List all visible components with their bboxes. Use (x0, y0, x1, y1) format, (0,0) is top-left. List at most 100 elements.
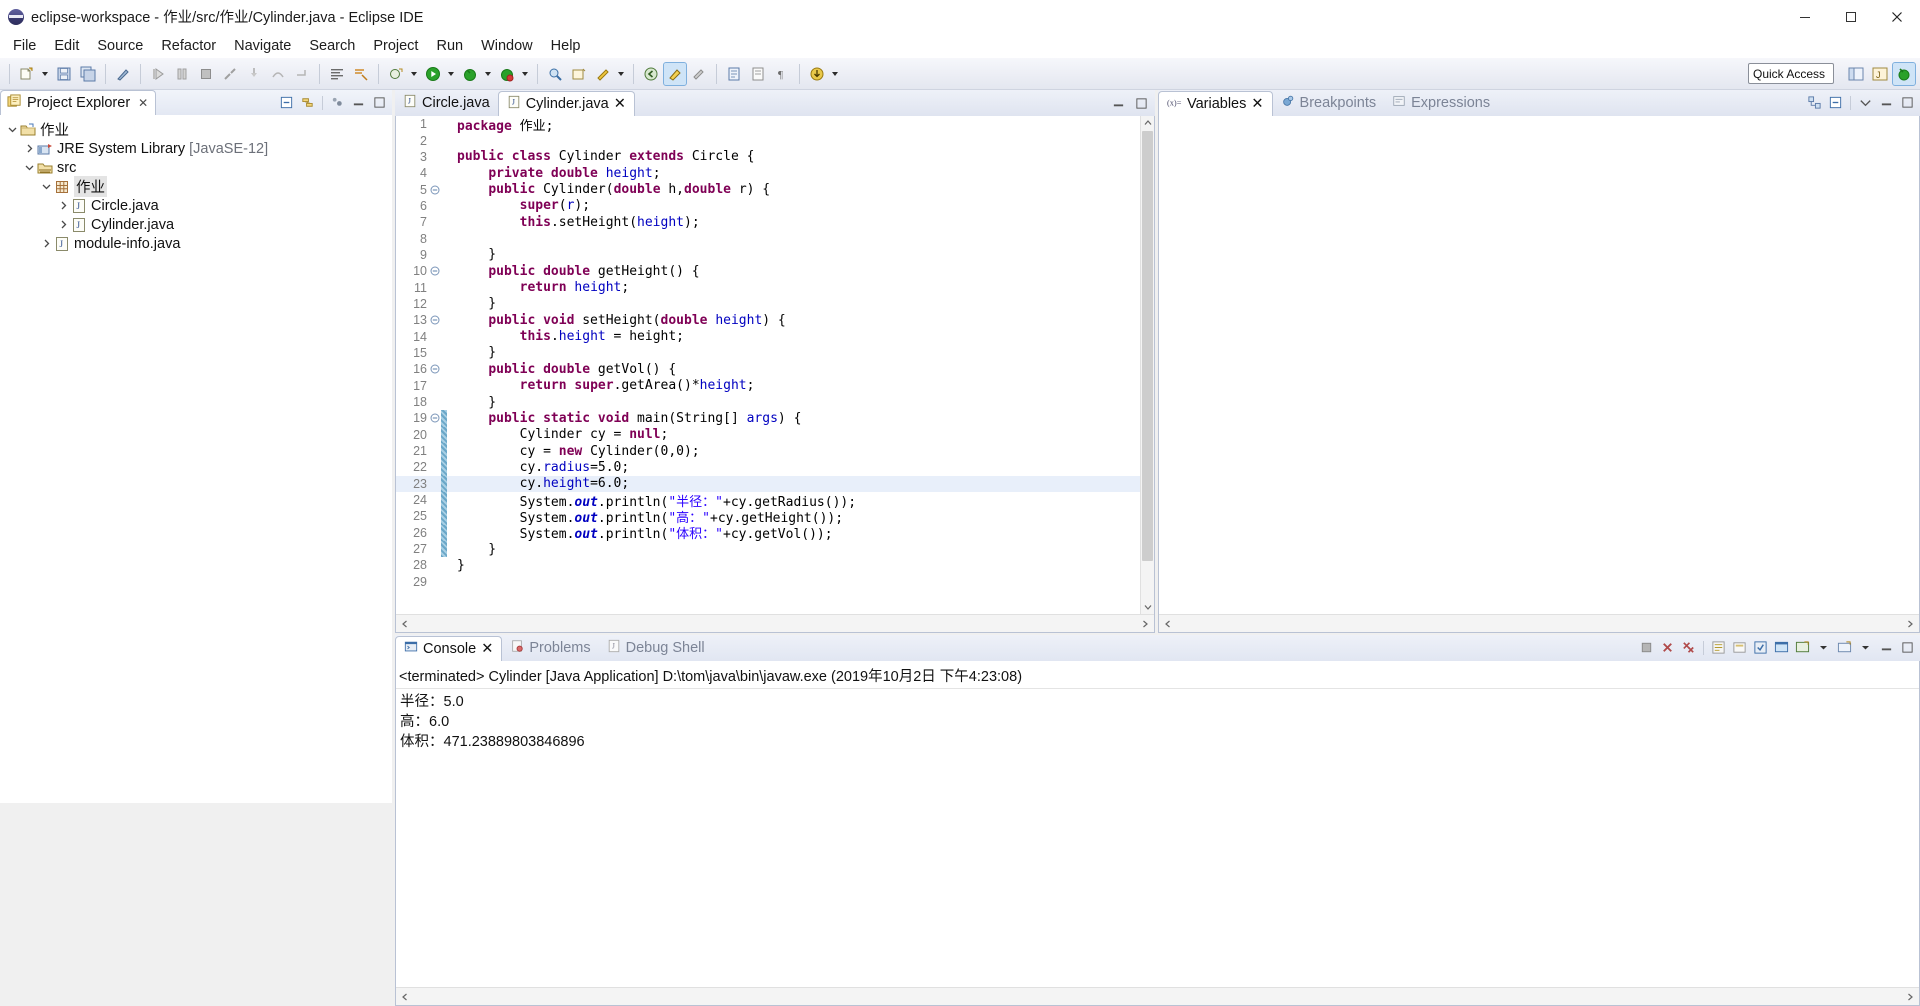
code-line[interactable]: 1 package 作业; (396, 116, 1140, 134)
code-line[interactable]: 3 public class Cylinder extends Circle { (396, 149, 1140, 165)
tab-expressions[interactable]: Expressions (1384, 90, 1498, 116)
maximize-view-icon[interactable] (370, 93, 389, 112)
code-editor-area[interactable]: 1 package 作业; 2 3 public class Cylinder exte… (395, 116, 1155, 633)
close-icon[interactable]: ✕ (138, 96, 148, 110)
scroll-right-icon[interactable] (1904, 618, 1916, 630)
last-edit-location-icon[interactable] (592, 63, 614, 85)
code-text[interactable]: public Cylinder(double h,double r) { (447, 182, 770, 197)
menu-project[interactable]: Project (364, 36, 427, 56)
run-dropdown-icon[interactable] (445, 63, 456, 85)
terminate-icon[interactable] (1637, 638, 1656, 657)
menu-navigate[interactable]: Navigate (225, 36, 300, 56)
console-menu-icon[interactable] (1856, 638, 1875, 657)
code-text[interactable]: public class Cylinder extends Circle { (447, 149, 754, 164)
code-line[interactable]: 21 cy = new Cylinder(0,0); (396, 442, 1140, 460)
editor-horizontal-scrollbar[interactable] (396, 614, 1154, 632)
previous-annotation-icon[interactable] (747, 63, 769, 85)
close-icon[interactable]: ✕ (481, 641, 493, 657)
code-text[interactable]: this.height = height; (447, 329, 684, 344)
remove-all-terminated-icon[interactable] (1679, 638, 1698, 657)
tree-item-jre-library[interactable]: JRE System Library [JavaSE-12] (0, 139, 392, 158)
code-line[interactable]: 19 public static void main(String[] args… (396, 410, 1140, 427)
back-icon[interactable] (640, 63, 662, 85)
new-wizard-icon[interactable] (16, 63, 38, 85)
code-line[interactable]: 20 Cylinder cy = null; (396, 426, 1140, 443)
scroll-right-icon[interactable] (1904, 991, 1916, 1003)
menu-source[interactable]: Source (88, 36, 152, 56)
code-line[interactable]: 23 cy.height=6.0; (396, 475, 1140, 492)
tab-breakpoints[interactable]: Breakpoints (1273, 90, 1385, 116)
tree-item-module-info-java[interactable]: J module-info.java (0, 234, 392, 253)
step-into-icon[interactable] (243, 63, 265, 85)
open-type-icon[interactable] (568, 63, 590, 85)
code-line[interactable]: 25 System.out.println("高："+cy.getHeight(… (396, 508, 1140, 526)
tree-item-package[interactable]: 作业 (0, 176, 392, 197)
remove-launch-icon[interactable] (1658, 638, 1677, 657)
maximize-view-icon[interactable] (1132, 94, 1151, 113)
chevron-down-icon[interactable] (39, 181, 53, 192)
code-line[interactable]: 4 private double height; (396, 165, 1140, 181)
fold-collapse-icon[interactable] (429, 364, 441, 374)
code-text[interactable]: } (447, 345, 496, 360)
variables-horizontal-scrollbar[interactable] (1159, 614, 1919, 632)
code-line[interactable]: 10 public double getHeight() { (396, 263, 1140, 279)
code-line[interactable]: 5 public Cylinder(double h,double r) { (396, 181, 1140, 197)
scroll-left-icon[interactable] (399, 618, 411, 630)
code-line[interactable]: 12 } (396, 296, 1140, 312)
format-icon[interactable] (326, 63, 348, 85)
maximize-view-icon[interactable] (1898, 638, 1917, 657)
chevron-down-icon[interactable] (5, 124, 19, 135)
tab-cylinder-java[interactable]: J Cylinder.java ✕ (497, 91, 635, 117)
code-lines[interactable]: 1 package 作业; 2 3 public class Cylinder exte… (396, 116, 1140, 614)
code-line[interactable]: 14 this.height = height; (396, 328, 1140, 344)
pilcrow-icon[interactable]: ¶ (771, 63, 793, 85)
code-text[interactable]: } (447, 558, 465, 573)
code-text[interactable]: } (447, 395, 496, 410)
code-text[interactable]: Cylinder cy = null; (447, 427, 669, 442)
scroll-lock-icon[interactable] (1730, 638, 1749, 657)
code-line[interactable]: 27 } (396, 540, 1140, 558)
code-text[interactable]: public static void main(String[] args) { (447, 411, 801, 426)
collapse-all-icon[interactable] (1826, 93, 1845, 112)
menu-file[interactable]: File (4, 36, 45, 56)
code-line[interactable]: 15 } (396, 345, 1140, 361)
menu-window[interactable]: Window (472, 36, 542, 56)
tab-problems[interactable]: Problems (502, 635, 598, 661)
view-menu-icon[interactable] (1856, 93, 1875, 112)
tree-item-src[interactable]: src (0, 158, 392, 177)
code-text[interactable]: super(r); (447, 198, 590, 213)
maximize-view-icon[interactable] (1898, 93, 1917, 112)
tab-console[interactable]: Console ✕ (395, 636, 503, 662)
chevron-right-icon[interactable] (39, 238, 53, 249)
code-line[interactable]: 6 super(r); (396, 198, 1140, 214)
open-console-icon[interactable] (1793, 638, 1812, 657)
code-text[interactable]: public double getVol() { (447, 362, 676, 377)
toggle-comment-icon[interactable] (350, 63, 372, 85)
code-text[interactable]: public double getHeight() { (447, 264, 699, 279)
minimize-view-icon[interactable] (1877, 638, 1896, 657)
perspective-debug-icon[interactable] (1892, 62, 1916, 86)
tab-circle-java[interactable]: J Circle.java (395, 90, 498, 116)
minimize-view-icon[interactable] (1109, 94, 1128, 113)
tab-debug-shell[interactable]: J Debug Shell (599, 635, 713, 661)
perspective-java-icon[interactable]: J (1869, 63, 1891, 85)
close-icon[interactable]: ✕ (614, 96, 626, 112)
save-icon[interactable] (53, 63, 75, 85)
chevron-down-icon[interactable] (22, 162, 36, 173)
next-annotation-icon[interactable] (723, 63, 745, 85)
code-text[interactable]: public void setHeight(double height) { (447, 313, 785, 328)
close-button[interactable] (1874, 0, 1920, 33)
scrollbar-thumb[interactable] (1142, 131, 1153, 561)
save-all-icon[interactable] (77, 63, 99, 85)
tab-project-explorer[interactable]: Project Explorer ✕ (0, 90, 157, 115)
disconnect-icon[interactable] (219, 63, 241, 85)
new-java-class-icon[interactable] (385, 63, 407, 85)
quick-access-input[interactable]: Quick Access (1748, 63, 1834, 84)
suspend-icon[interactable] (171, 63, 193, 85)
code-text[interactable]: System.out.println("体积："+cy.getVol()); (447, 523, 833, 542)
link-with-editor-icon[interactable] (298, 93, 317, 112)
code-line[interactable]: 13 public void setHeight(double height) … (396, 312, 1140, 328)
tree-item-circle-java[interactable]: J Circle.java (0, 196, 392, 215)
scroll-left-icon[interactable] (399, 991, 411, 1003)
run-coverage-dropdown-icon[interactable] (519, 63, 530, 85)
